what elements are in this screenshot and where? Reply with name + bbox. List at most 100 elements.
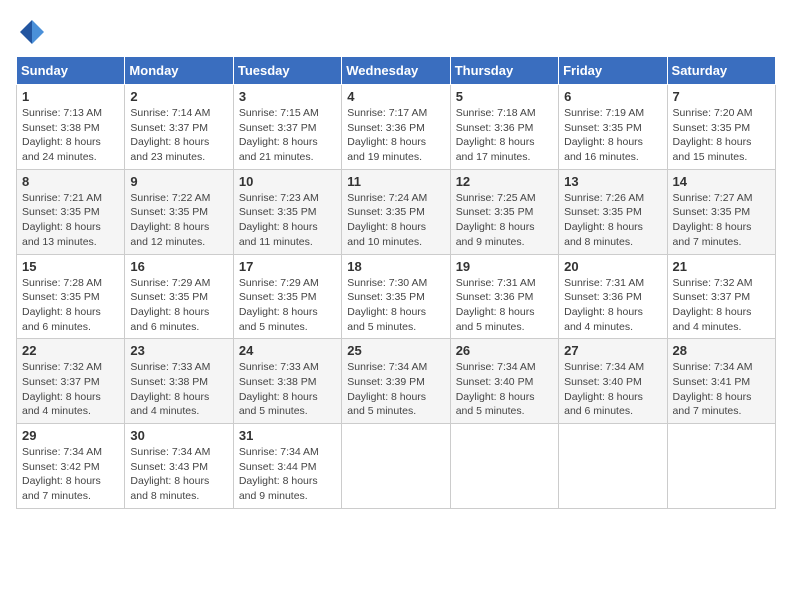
day-info: Sunrise: 7:23 AM Sunset: 3:35 PM Dayligh…	[239, 191, 336, 250]
calendar-cell: 30 Sunrise: 7:34 AM Sunset: 3:43 PM Dayl…	[125, 424, 233, 509]
calendar-cell	[559, 424, 667, 509]
day-number: 20	[564, 259, 661, 274]
day-number: 31	[239, 428, 336, 443]
day-info: Sunrise: 7:34 AM Sunset: 3:40 PM Dayligh…	[456, 360, 553, 419]
day-number: 30	[130, 428, 227, 443]
day-number: 7	[673, 89, 770, 104]
day-number: 12	[456, 174, 553, 189]
day-number: 28	[673, 343, 770, 358]
calendar-cell: 15 Sunrise: 7:28 AM Sunset: 3:35 PM Dayl…	[17, 254, 125, 339]
day-info: Sunrise: 7:34 AM Sunset: 3:44 PM Dayligh…	[239, 445, 336, 504]
calendar-cell: 29 Sunrise: 7:34 AM Sunset: 3:42 PM Dayl…	[17, 424, 125, 509]
day-info: Sunrise: 7:24 AM Sunset: 3:35 PM Dayligh…	[347, 191, 444, 250]
day-info: Sunrise: 7:31 AM Sunset: 3:36 PM Dayligh…	[564, 276, 661, 335]
logo-icon	[16, 16, 48, 48]
day-number: 17	[239, 259, 336, 274]
day-info: Sunrise: 7:34 AM Sunset: 3:42 PM Dayligh…	[22, 445, 119, 504]
day-info: Sunrise: 7:18 AM Sunset: 3:36 PM Dayligh…	[456, 106, 553, 165]
calendar-cell: 14 Sunrise: 7:27 AM Sunset: 3:35 PM Dayl…	[667, 169, 775, 254]
calendar-cell: 9 Sunrise: 7:22 AM Sunset: 3:35 PM Dayli…	[125, 169, 233, 254]
day-info: Sunrise: 7:32 AM Sunset: 3:37 PM Dayligh…	[673, 276, 770, 335]
day-number: 11	[347, 174, 444, 189]
calendar-cell: 22 Sunrise: 7:32 AM Sunset: 3:37 PM Dayl…	[17, 339, 125, 424]
header-thursday: Thursday	[450, 57, 558, 85]
day-number: 23	[130, 343, 227, 358]
calendar-cell: 19 Sunrise: 7:31 AM Sunset: 3:36 PM Dayl…	[450, 254, 558, 339]
day-number: 6	[564, 89, 661, 104]
calendar-cell: 25 Sunrise: 7:34 AM Sunset: 3:39 PM Dayl…	[342, 339, 450, 424]
day-number: 5	[456, 89, 553, 104]
page-header	[16, 16, 776, 48]
calendar-cell	[450, 424, 558, 509]
day-info: Sunrise: 7:26 AM Sunset: 3:35 PM Dayligh…	[564, 191, 661, 250]
day-number: 10	[239, 174, 336, 189]
header-tuesday: Tuesday	[233, 57, 341, 85]
calendar-cell: 4 Sunrise: 7:17 AM Sunset: 3:36 PM Dayli…	[342, 85, 450, 170]
calendar-cell: 13 Sunrise: 7:26 AM Sunset: 3:35 PM Dayl…	[559, 169, 667, 254]
day-info: Sunrise: 7:20 AM Sunset: 3:35 PM Dayligh…	[673, 106, 770, 165]
calendar-week-1: 1 Sunrise: 7:13 AM Sunset: 3:38 PM Dayli…	[17, 85, 776, 170]
calendar-cell: 5 Sunrise: 7:18 AM Sunset: 3:36 PM Dayli…	[450, 85, 558, 170]
day-number: 4	[347, 89, 444, 104]
day-number: 25	[347, 343, 444, 358]
header-sunday: Sunday	[17, 57, 125, 85]
day-number: 13	[564, 174, 661, 189]
calendar-table: SundayMondayTuesdayWednesdayThursdayFrid…	[16, 56, 776, 509]
day-number: 3	[239, 89, 336, 104]
calendar-week-2: 8 Sunrise: 7:21 AM Sunset: 3:35 PM Dayli…	[17, 169, 776, 254]
calendar-cell: 18 Sunrise: 7:30 AM Sunset: 3:35 PM Dayl…	[342, 254, 450, 339]
day-info: Sunrise: 7:28 AM Sunset: 3:35 PM Dayligh…	[22, 276, 119, 335]
calendar-header-row: SundayMondayTuesdayWednesdayThursdayFrid…	[17, 57, 776, 85]
calendar-cell: 2 Sunrise: 7:14 AM Sunset: 3:37 PM Dayli…	[125, 85, 233, 170]
calendar-cell: 27 Sunrise: 7:34 AM Sunset: 3:40 PM Dayl…	[559, 339, 667, 424]
day-number: 8	[22, 174, 119, 189]
header-monday: Monday	[125, 57, 233, 85]
day-info: Sunrise: 7:30 AM Sunset: 3:35 PM Dayligh…	[347, 276, 444, 335]
calendar-cell: 24 Sunrise: 7:33 AM Sunset: 3:38 PM Dayl…	[233, 339, 341, 424]
calendar-cell: 1 Sunrise: 7:13 AM Sunset: 3:38 PM Dayli…	[17, 85, 125, 170]
day-number: 21	[673, 259, 770, 274]
calendar-cell: 28 Sunrise: 7:34 AM Sunset: 3:41 PM Dayl…	[667, 339, 775, 424]
day-number: 22	[22, 343, 119, 358]
calendar-cell: 26 Sunrise: 7:34 AM Sunset: 3:40 PM Dayl…	[450, 339, 558, 424]
calendar-cell: 31 Sunrise: 7:34 AM Sunset: 3:44 PM Dayl…	[233, 424, 341, 509]
calendar-cell: 23 Sunrise: 7:33 AM Sunset: 3:38 PM Dayl…	[125, 339, 233, 424]
calendar-cell: 3 Sunrise: 7:15 AM Sunset: 3:37 PM Dayli…	[233, 85, 341, 170]
calendar-cell: 11 Sunrise: 7:24 AM Sunset: 3:35 PM Dayl…	[342, 169, 450, 254]
calendar-cell: 8 Sunrise: 7:21 AM Sunset: 3:35 PM Dayli…	[17, 169, 125, 254]
calendar-cell: 17 Sunrise: 7:29 AM Sunset: 3:35 PM Dayl…	[233, 254, 341, 339]
day-info: Sunrise: 7:34 AM Sunset: 3:43 PM Dayligh…	[130, 445, 227, 504]
calendar-week-4: 22 Sunrise: 7:32 AM Sunset: 3:37 PM Dayl…	[17, 339, 776, 424]
calendar-cell	[342, 424, 450, 509]
day-info: Sunrise: 7:32 AM Sunset: 3:37 PM Dayligh…	[22, 360, 119, 419]
header-wednesday: Wednesday	[342, 57, 450, 85]
day-info: Sunrise: 7:22 AM Sunset: 3:35 PM Dayligh…	[130, 191, 227, 250]
day-info: Sunrise: 7:34 AM Sunset: 3:41 PM Dayligh…	[673, 360, 770, 419]
day-info: Sunrise: 7:25 AM Sunset: 3:35 PM Dayligh…	[456, 191, 553, 250]
day-info: Sunrise: 7:27 AM Sunset: 3:35 PM Dayligh…	[673, 191, 770, 250]
day-info: Sunrise: 7:29 AM Sunset: 3:35 PM Dayligh…	[239, 276, 336, 335]
day-info: Sunrise: 7:19 AM Sunset: 3:35 PM Dayligh…	[564, 106, 661, 165]
day-info: Sunrise: 7:14 AM Sunset: 3:37 PM Dayligh…	[130, 106, 227, 165]
day-number: 18	[347, 259, 444, 274]
calendar-cell: 12 Sunrise: 7:25 AM Sunset: 3:35 PM Dayl…	[450, 169, 558, 254]
day-info: Sunrise: 7:33 AM Sunset: 3:38 PM Dayligh…	[239, 360, 336, 419]
day-info: Sunrise: 7:33 AM Sunset: 3:38 PM Dayligh…	[130, 360, 227, 419]
day-info: Sunrise: 7:29 AM Sunset: 3:35 PM Dayligh…	[130, 276, 227, 335]
logo	[16, 16, 52, 48]
day-number: 19	[456, 259, 553, 274]
calendar-cell: 20 Sunrise: 7:31 AM Sunset: 3:36 PM Dayl…	[559, 254, 667, 339]
day-number: 27	[564, 343, 661, 358]
day-number: 2	[130, 89, 227, 104]
header-saturday: Saturday	[667, 57, 775, 85]
day-info: Sunrise: 7:31 AM Sunset: 3:36 PM Dayligh…	[456, 276, 553, 335]
day-number: 9	[130, 174, 227, 189]
day-info: Sunrise: 7:34 AM Sunset: 3:39 PM Dayligh…	[347, 360, 444, 419]
calendar-cell: 16 Sunrise: 7:29 AM Sunset: 3:35 PM Dayl…	[125, 254, 233, 339]
calendar-week-3: 15 Sunrise: 7:28 AM Sunset: 3:35 PM Dayl…	[17, 254, 776, 339]
calendar-cell: 7 Sunrise: 7:20 AM Sunset: 3:35 PM Dayli…	[667, 85, 775, 170]
calendar-cell: 10 Sunrise: 7:23 AM Sunset: 3:35 PM Dayl…	[233, 169, 341, 254]
day-info: Sunrise: 7:17 AM Sunset: 3:36 PM Dayligh…	[347, 106, 444, 165]
calendar-week-5: 29 Sunrise: 7:34 AM Sunset: 3:42 PM Dayl…	[17, 424, 776, 509]
day-info: Sunrise: 7:34 AM Sunset: 3:40 PM Dayligh…	[564, 360, 661, 419]
